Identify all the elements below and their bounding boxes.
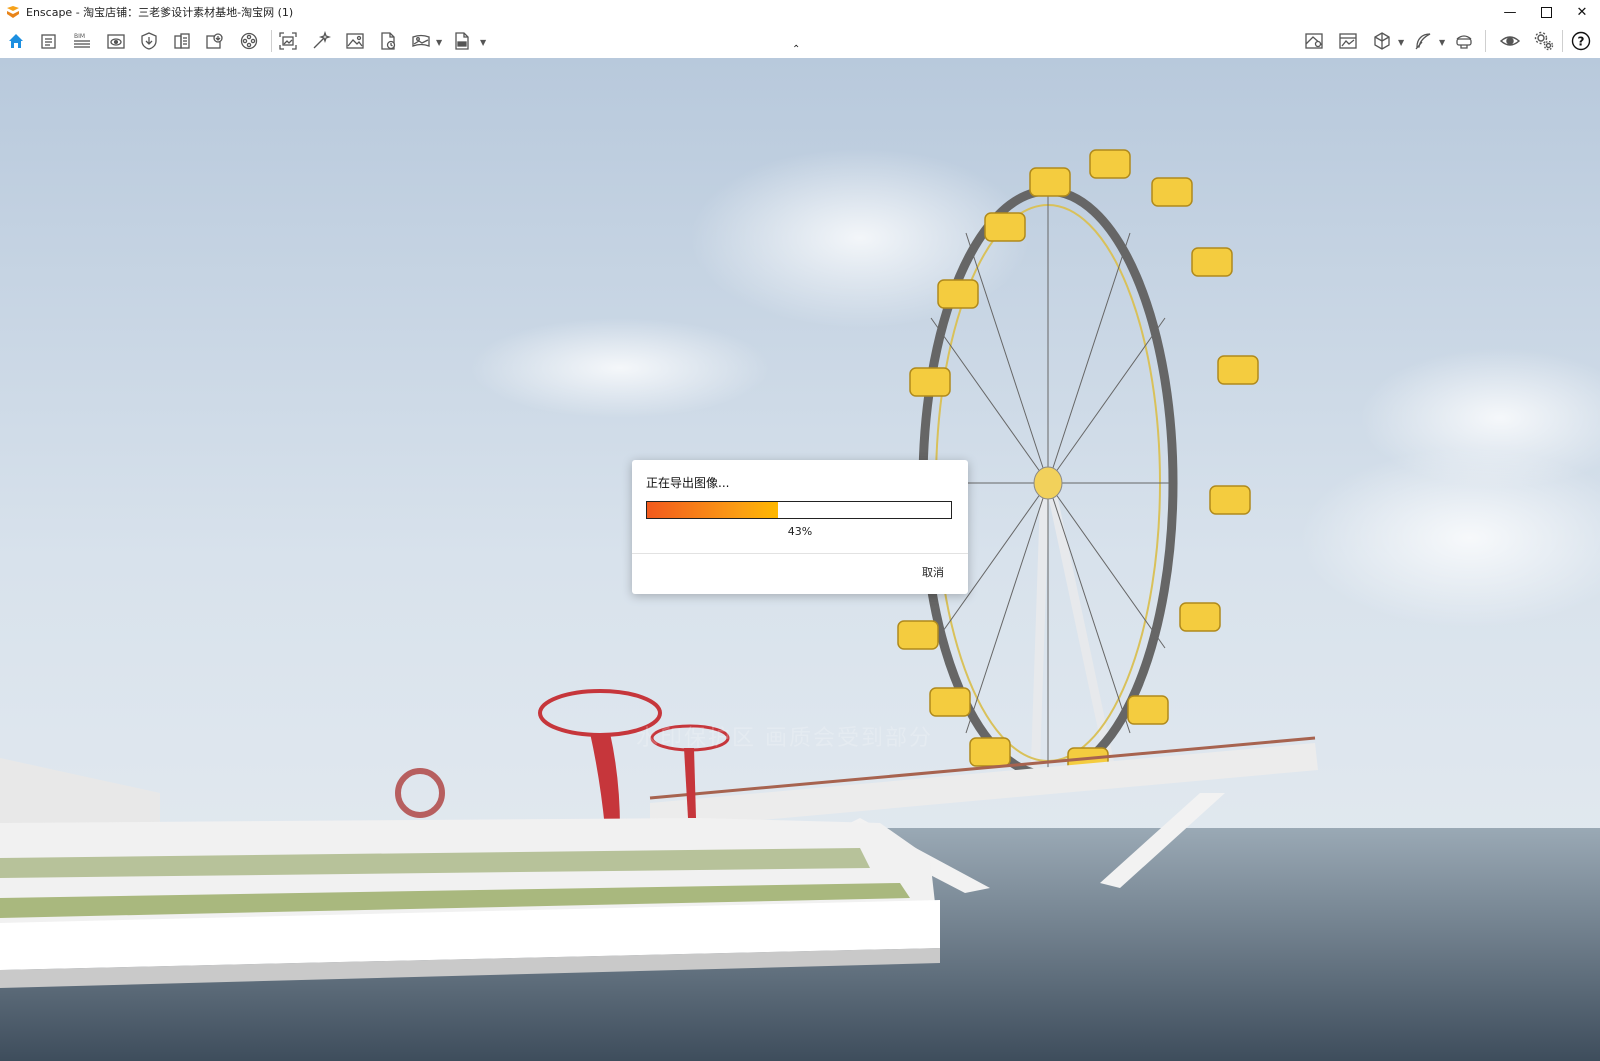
title-bar: Enscape - 淘宝店铺：三老爹设计素材基地-淘宝网 (1) — ✕ [0, 0, 1600, 24]
film-reel-icon [240, 32, 258, 50]
feather-icon [1415, 33, 1431, 50]
views-button[interactable] [37, 29, 61, 53]
feather-button[interactable] [1411, 29, 1435, 53]
building-icon [174, 33, 190, 49]
export-button[interactable] [203, 29, 227, 53]
video-editor-button[interactable] [237, 29, 261, 53]
bim-button[interactable]: BIM [70, 29, 94, 53]
settings-button[interactable] [1532, 29, 1556, 53]
screenshot-button[interactable] [276, 29, 300, 53]
home-button[interactable] [4, 29, 28, 53]
settings-icon [1534, 31, 1554, 51]
collapse-toolbar-button[interactable]: ⌃ [792, 44, 800, 55]
visual-settings-button[interactable] [1498, 29, 1522, 53]
cube-icon [1374, 32, 1390, 50]
view-button[interactable] [104, 29, 128, 53]
panorama-icon [412, 34, 430, 47]
gallery-button[interactable] [1336, 29, 1360, 53]
view-icon [107, 34, 125, 49]
toolbar-separator [1562, 30, 1563, 52]
enscape-logo-icon [7, 6, 19, 18]
toolbar-separator [271, 30, 272, 52]
export-dropdown-icon[interactable]: ▼ [480, 38, 486, 47]
map-icon [1305, 33, 1323, 49]
gallery-icon [1339, 33, 1357, 49]
magic-wand-icon [313, 31, 331, 49]
close-icon: ✕ [1576, 4, 1588, 20]
watermark-text: 水印保护区 画质会受到部分 [636, 726, 933, 751]
panorama-button[interactable] [409, 29, 433, 53]
cube-dropdown-icon[interactable]: ▼ [1398, 38, 1404, 47]
bim-label: BIM [74, 33, 85, 40]
magic-wand-button[interactable] [309, 29, 333, 53]
shield-icon [141, 32, 157, 50]
export-file-button[interactable] [450, 29, 474, 53]
batch-render-icon [381, 32, 396, 50]
bim-icon: BIM [74, 33, 90, 48]
document-icon [41, 34, 56, 49]
export-file-icon [455, 32, 469, 50]
minimize-button[interactable]: — [1492, 0, 1528, 24]
progress-bar [646, 501, 952, 519]
eye-icon [1500, 36, 1520, 46]
help-button[interactable]: ? [1569, 29, 1593, 53]
home-icon [9, 34, 23, 48]
asset-library-button[interactable] [137, 29, 161, 53]
dialog-divider [632, 553, 968, 554]
vr-headset-button[interactable] [1452, 29, 1476, 53]
render-image-button[interactable] [343, 29, 367, 53]
maximize-button[interactable] [1528, 0, 1564, 24]
feather-dropdown-icon[interactable]: ▼ [1439, 38, 1445, 47]
vr-headset-icon [1456, 35, 1472, 49]
window-title: Enscape - 淘宝店铺：三老爹设计素材基地-淘宝网 (1) [26, 6, 294, 19]
toolbar-separator [1485, 30, 1486, 52]
help-glyph: ? [1578, 35, 1585, 49]
map-button[interactable] [1302, 29, 1326, 53]
close-button[interactable]: ✕ [1564, 0, 1600, 24]
cancel-button[interactable]: 取消 [922, 564, 944, 580]
minimize-icon: — [1503, 4, 1517, 20]
progress-percent: 43% [787, 525, 813, 538]
image-icon [346, 33, 364, 49]
export-icon [206, 33, 223, 49]
dialog-title: 正在导出图像... [646, 476, 730, 490]
batch-render-button[interactable] [376, 29, 400, 53]
progress-fill [647, 502, 778, 518]
screenshot-icon [279, 32, 297, 50]
building-button[interactable] [170, 29, 194, 53]
panorama-dropdown-icon[interactable]: ▼ [436, 38, 442, 47]
help-icon: ? [1571, 31, 1591, 51]
export-progress-dialog: 正在导出图像... 43% 取消 [632, 460, 968, 594]
cube-button[interactable] [1370, 29, 1394, 53]
maximize-icon [1540, 6, 1552, 18]
